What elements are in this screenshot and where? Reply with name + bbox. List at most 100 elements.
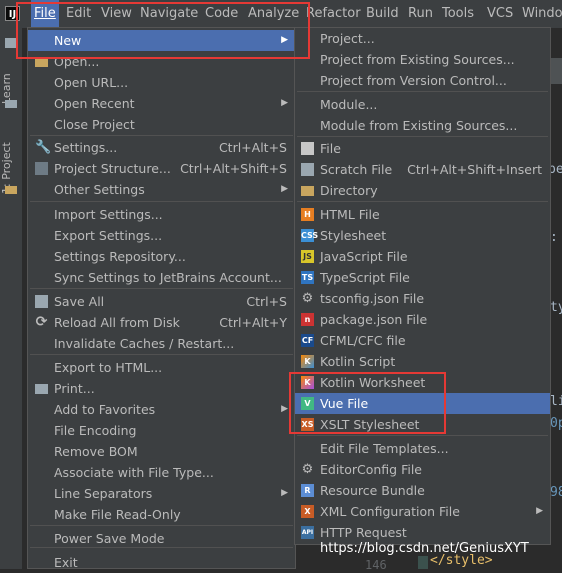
new-submenu: Project... Project from Existing Sources.…: [294, 27, 551, 545]
file-menu-item-line-separators[interactable]: Line Separators ▶: [28, 483, 295, 504]
file-menu-item-open-url[interactable]: Open URL...: [28, 72, 295, 93]
menu-item-label: Project from Version Control...: [320, 73, 507, 88]
menu-run[interactable]: Run: [408, 0, 433, 28]
directory-icon: [301, 186, 314, 196]
folder-icon: [5, 186, 17, 194]
new-menu-item-project[interactable]: Project...: [295, 28, 550, 49]
new-menu-item-module[interactable]: Module...: [295, 94, 550, 115]
new-menu-item-kotlin-script[interactable]: K Kotlin Script: [295, 351, 550, 372]
menu-item-label: Module from Existing Sources...: [320, 118, 518, 133]
menu-refactor[interactable]: Refactor: [306, 0, 361, 28]
menu-window[interactable]: Window: [522, 0, 562, 28]
menu-item-label: Settings Repository...: [54, 249, 186, 264]
file-menu-item-other-settings[interactable]: Other Settings ▶: [28, 179, 295, 200]
menu-separator: [30, 525, 293, 526]
file-menu-item-import-settings[interactable]: Import Settings...: [28, 204, 295, 225]
new-menu-item-directory[interactable]: Directory: [295, 180, 550, 201]
file-menu-item-remove-bom[interactable]: Remove BOM: [28, 441, 295, 462]
new-menu-item-javascript-file[interactable]: JS JavaScript File: [295, 246, 550, 267]
menu-item-label: Project...: [320, 31, 375, 46]
file-menu-item-make-file-read-only[interactable]: Make File Read-Only: [28, 504, 295, 525]
new-menu-item-scratch-file[interactable]: Scratch File Ctrl+Alt+Shift+Insert: [295, 159, 550, 180]
new-menu-item-resource-bundle[interactable]: R Resource Bundle: [295, 480, 550, 501]
file-menu-item-reload-all-from-disk[interactable]: ⟳ Reload All from Disk Ctrl+Alt+Y: [28, 312, 295, 333]
file-menu-item-settings[interactable]: 🔧 Settings... Ctrl+Alt+S: [28, 137, 295, 158]
project-tab[interactable]: 1: Project: [0, 128, 22, 208]
menu-vcs[interactable]: VCS: [487, 0, 513, 28]
menu-item-label: Import Settings...: [54, 207, 163, 222]
print-icon: [35, 384, 48, 394]
submenu-arrow-icon: ▶: [281, 98, 288, 108]
new-menu-item-tsconfig-json-file[interactable]: ⚙ tsconfig.json File: [295, 288, 550, 309]
menu-item-label: Stylesheet: [320, 228, 387, 243]
menu-item-label: New: [54, 33, 82, 48]
editorconfig-icon: ⚙: [301, 462, 314, 477]
menu-separator: [297, 91, 548, 92]
menu-file[interactable]: File: [31, 0, 59, 28]
menu-edit[interactable]: Edit: [66, 0, 91, 28]
file-menu-item-close-project[interactable]: Close Project: [28, 114, 295, 135]
new-menu-item-xml-configuration-file[interactable]: X XML Configuration File ▶: [295, 501, 550, 522]
file-menu-item-new[interactable]: New ▶: [28, 30, 295, 51]
file-menu-item-associate-with-file-type[interactable]: Associate with File Type...: [28, 462, 295, 483]
menu-item-label: EditorConfig File: [320, 462, 422, 477]
file-templates-icon: [301, 442, 314, 455]
file-menu-item-open[interactable]: Open...: [28, 51, 295, 72]
file-menu-item-project-structure[interactable]: Project Structure... Ctrl+Alt+Shift+S: [28, 158, 295, 179]
file-menu: New ▶ Open... Open URL... Open Recent ▶ Close …: [27, 27, 296, 570]
new-menu-item-module-from-existing-sources[interactable]: Module from Existing Sources...: [295, 115, 550, 136]
editor-tab[interactable]: [550, 58, 562, 84]
new-menu-item-package-json-file[interactable]: n package.json File: [295, 309, 550, 330]
menu-item-label: Invalidate Caches / Restart...: [54, 336, 235, 351]
menu-tools[interactable]: Tools: [442, 0, 474, 28]
kotlin-script-icon: K: [301, 355, 314, 368]
menu-item-label: tsconfig.json File: [320, 291, 425, 306]
ts-file-icon: TS: [301, 271, 314, 284]
submenu-arrow-icon: ▶: [536, 506, 543, 516]
new-menu-item-project-from-version-control[interactable]: Project from Version Control...: [295, 70, 550, 91]
new-menu-item-html-file[interactable]: H HTML File: [295, 204, 550, 225]
menu-item-label: Power Save Mode: [54, 531, 165, 546]
file-menu-item-settings-repository[interactable]: Settings Repository...: [28, 246, 295, 267]
toolwindow-icon[interactable]: [5, 38, 17, 48]
menu-view[interactable]: View: [101, 0, 132, 28]
menu-navigate[interactable]: Navigate: [140, 0, 198, 28]
file-menu-item-print[interactable]: Print...: [28, 378, 295, 399]
file-menu-item-save-all[interactable]: Save All Ctrl+S: [28, 291, 295, 312]
menu-build[interactable]: Build: [366, 0, 399, 28]
menu-separator: [30, 201, 293, 202]
menu-item-label: Project Structure...: [54, 161, 171, 176]
menu-analyze[interactable]: Analyze: [248, 0, 299, 28]
menu-item-label: Reload All from Disk: [54, 315, 180, 330]
new-menu-item-xslt-stylesheet[interactable]: XS XSLT Stylesheet: [295, 414, 550, 435]
submenu-arrow-icon: ▶: [281, 404, 288, 414]
file-menu-item-invalidate-caches-restart[interactable]: Invalidate Caches / Restart...: [28, 333, 295, 354]
shortcut-label: Ctrl+Alt+Shift+S: [180, 161, 287, 176]
file-menu-item-export-to-html[interactable]: Export to HTML...: [28, 357, 295, 378]
new-menu-item-edit-file-templates[interactable]: Edit File Templates...: [295, 438, 550, 459]
file-menu-item-export-settings[interactable]: Export Settings...: [28, 225, 295, 246]
menu-item-label: Exit: [54, 555, 78, 570]
file-menu-item-add-to-favorites[interactable]: Add to Favorites ▶: [28, 399, 295, 420]
menu-item-label: Associate with File Type...: [54, 465, 214, 480]
file-menu-item-sync-settings-to-jetbrains-account[interactable]: Sync Settings to JetBrains Account...: [28, 267, 295, 288]
file-menu-item-power-save-mode[interactable]: Power Save Mode: [28, 528, 295, 549]
menu-item-label: Project from Existing Sources...: [320, 52, 515, 67]
new-menu-item-editorconfig-file[interactable]: ⚙ EditorConfig File: [295, 459, 550, 480]
new-menu-item-http-request[interactable]: API HTTP Request: [295, 522, 550, 543]
menu-code[interactable]: Code: [205, 0, 238, 28]
file-menu-item-exit[interactable]: Exit: [28, 552, 295, 573]
new-menu-item-file[interactable]: File: [295, 138, 550, 159]
new-menu-item-project-from-existing-sources[interactable]: Project from Existing Sources...: [295, 49, 550, 70]
intellij-app-icon[interactable]: IJ: [5, 6, 20, 21]
new-menu-item-kotlin-worksheet[interactable]: K Kotlin Worksheet: [295, 372, 550, 393]
file-menu-item-open-recent[interactable]: Open Recent ▶: [28, 93, 295, 114]
menu-item-label: Open...: [54, 54, 100, 69]
new-menu-item-vue-file[interactable]: V Vue File: [295, 393, 550, 414]
new-menu-item-typescript-file[interactable]: TS TypeScript File: [295, 267, 550, 288]
new-menu-item-cfml-cfc-file[interactable]: CF CFML/CFC file: [295, 330, 550, 351]
file-menu-item-file-encoding[interactable]: File Encoding: [28, 420, 295, 441]
new-menu-item-stylesheet[interactable]: CSS Stylesheet: [295, 225, 550, 246]
menu-item-label: Kotlin Script: [320, 354, 396, 369]
kotlin-worksheet-icon: K: [301, 376, 314, 389]
